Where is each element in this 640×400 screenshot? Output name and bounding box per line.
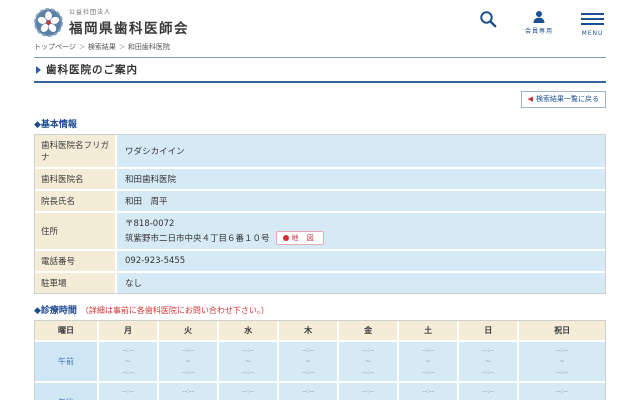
page-title: 歯科医院のご案内 bbox=[46, 62, 138, 77]
hours-time-cell: --:--~--:-- bbox=[459, 342, 519, 383]
table-row: 院長氏名 和田 周平 bbox=[35, 191, 605, 213]
table-row: 歯科医院名フリガナ ワダシカイイン bbox=[35, 135, 605, 169]
hours-col-header: 木 bbox=[279, 321, 339, 342]
map-marker-icon bbox=[283, 235, 289, 241]
row-label: 住所 bbox=[35, 213, 117, 251]
hours-time-cell: --:--~--:-- bbox=[219, 383, 279, 400]
basic-info-heading-row: ◆基本情報 bbox=[34, 117, 606, 130]
hours-time-cell: --:--~--:-- bbox=[279, 383, 339, 400]
hours-col-header: 祝日 bbox=[519, 321, 605, 342]
hours-row: 午前--:--~--:----:--~--:----:--~--:----:--… bbox=[35, 342, 605, 383]
breadcrumb-separator: ＞ bbox=[119, 44, 125, 51]
table-row: 電話番号 092-923-5455 bbox=[35, 251, 605, 273]
map-button[interactable]: 地 図 bbox=[276, 231, 324, 245]
hours-heading-row: ◆診療時間 （詳細は事前に各歯科医院にお問い合わせ下さい。） bbox=[34, 303, 606, 316]
table-row: 駐車場 なし bbox=[35, 273, 605, 293]
address-text: 筑紫野市二日市中央４丁目６番１０号 bbox=[125, 232, 270, 244]
hours-col-header: 日 bbox=[459, 321, 519, 342]
page-title-bar: 歯科医院のご案内 bbox=[34, 57, 606, 83]
row-label: 院長氏名 bbox=[35, 191, 117, 213]
hours-col-header: 曜日 bbox=[35, 321, 99, 342]
hours-table: 曜日 月 火 水 木 金 土 日 祝日 午前--:--~--:----:--~-… bbox=[34, 320, 606, 400]
row-label: 歯科医院名 bbox=[35, 169, 117, 191]
basic-info-heading: ◆基本情報 bbox=[34, 120, 77, 130]
row-value: 和田歯科医院 bbox=[117, 169, 605, 191]
hours-time-cell: --:--~--:-- bbox=[399, 342, 459, 383]
hours-note: （詳細は事前に各歯科医院にお問い合わせ下さい。） bbox=[81, 306, 269, 315]
row-value: ワダシカイイン bbox=[117, 135, 605, 169]
map-button-label: 地 図 bbox=[292, 233, 317, 243]
hours-time-cell: --:--~--:-- bbox=[279, 342, 339, 383]
back-to-results-button[interactable]: ◀検索結果一覧に戻る bbox=[521, 91, 606, 108]
hours-time-cell: --:--~--:-- bbox=[159, 383, 219, 400]
table-row: 歯科医院名 和田歯科医院 bbox=[35, 169, 605, 191]
hours-time-cell: --:--~--:-- bbox=[399, 383, 459, 400]
back-arrow-icon: ◀ bbox=[528, 95, 533, 103]
hours-heading: ◆診療時間 bbox=[34, 306, 77, 316]
hours-col-header: 月 bbox=[99, 321, 159, 342]
menu-button[interactable]: MENU bbox=[581, 10, 604, 37]
search-button[interactable] bbox=[479, 10, 497, 37]
site-header: 公益社団法人 福岡県歯科医師会 会員専用 MENU bbox=[34, 0, 606, 37]
hours-time-cell: --:--~--:-- bbox=[459, 383, 519, 400]
hours-row-label: 午後 bbox=[35, 383, 99, 400]
row-label: 歯科医院名フリガナ bbox=[35, 135, 117, 169]
hours-time-cell: --:--~--:-- bbox=[519, 383, 605, 400]
hours-time-cell: --:--~--:-- bbox=[519, 342, 605, 383]
hours-col-header: 金 bbox=[339, 321, 399, 342]
association-logo-icon bbox=[34, 8, 63, 37]
hours-col-header: 火 bbox=[159, 321, 219, 342]
table-row: 住所 〒818-0072 筑紫野市二日市中央４丁目６番１０号 地 図 bbox=[35, 213, 605, 251]
search-icon bbox=[479, 10, 497, 28]
hours-time-cell: --:--~--:-- bbox=[99, 383, 159, 400]
breadcrumb: トップページ＞検索結果＞和田歯科医院 bbox=[34, 42, 606, 52]
member-area-label: 会員専用 bbox=[525, 26, 553, 35]
basic-info-table: 歯科医院名フリガナ ワダシカイイン 歯科医院名 和田歯科医院 院長氏名 和田 周… bbox=[34, 134, 606, 294]
back-link-label: 検索結果一覧に戻る bbox=[536, 95, 599, 103]
breadcrumb-home-link[interactable]: トップページ bbox=[34, 43, 76, 51]
org-type-label: 公益社団法人 bbox=[69, 7, 189, 16]
hours-time-cell: --:--~--:-- bbox=[159, 342, 219, 383]
breadcrumb-separator: ＞ bbox=[79, 44, 85, 51]
hours-row-label: 午前 bbox=[35, 342, 99, 383]
hours-time-cell: --:--~--:-- bbox=[339, 383, 399, 400]
hours-time-cell: --:--~--:-- bbox=[99, 342, 159, 383]
row-value: 和田 周平 bbox=[117, 191, 605, 213]
hours-col-header: 土 bbox=[399, 321, 459, 342]
row-label: 駐車場 bbox=[35, 273, 117, 293]
hours-time-cell: --:--~--:-- bbox=[339, 342, 399, 383]
person-icon bbox=[532, 10, 546, 24]
hours-time-cell: --:--~--:-- bbox=[219, 342, 279, 383]
row-value: なし bbox=[117, 273, 605, 293]
row-value: 092-923-5455 bbox=[117, 251, 605, 273]
postal-code: 〒818-0072 bbox=[125, 217, 597, 229]
member-area-button[interactable]: 会員専用 bbox=[525, 10, 553, 37]
title-arrow-icon bbox=[36, 66, 41, 74]
row-label: 電話番号 bbox=[35, 251, 117, 273]
site-title: 福岡県歯科医師会 bbox=[69, 17, 189, 37]
hours-col-header: 水 bbox=[219, 321, 279, 342]
hours-table-body: 午前--:--~--:----:--~--:----:--~--:----:--… bbox=[35, 342, 605, 400]
breadcrumb-results-link[interactable]: 検索結果 bbox=[88, 43, 116, 51]
menu-label: MENU bbox=[582, 30, 604, 37]
hours-row: 午後--:--~--:----:--~--:----:--~--:----:--… bbox=[35, 383, 605, 400]
hours-header-row: 曜日 月 火 水 木 金 土 日 祝日 bbox=[35, 321, 605, 342]
site-logo-block[interactable]: 公益社団法人 福岡県歯科医師会 bbox=[34, 7, 189, 37]
breadcrumb-current: 和田歯科医院 bbox=[128, 43, 170, 51]
hamburger-icon bbox=[581, 10, 604, 28]
address-value: 〒818-0072 筑紫野市二日市中央４丁目６番１０号 地 図 bbox=[117, 213, 605, 251]
